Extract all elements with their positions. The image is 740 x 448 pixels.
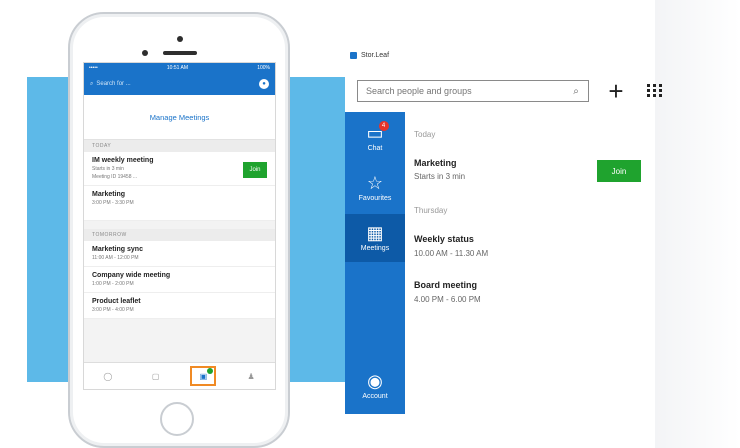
app-title: Stor.Leaf (361, 52, 390, 59)
phone-meeting-item[interactable]: Marketing 3:00 PM - 3:30 PM (84, 186, 275, 221)
meeting-time: 3:00 PM - 3:30 PM (92, 200, 134, 206)
meeting-time: Starts in 3 min (414, 172, 466, 181)
phone-section-tomorrow: TOMORROW (84, 229, 275, 241)
meeting-detail: Meeting ID 19458 ... (92, 174, 138, 180)
phone-speaker (163, 51, 197, 55)
search-input[interactable] (364, 85, 570, 97)
sidebar-item-chat[interactable]: ▭ 4 Chat (345, 114, 405, 162)
add-icon[interactable]: + (603, 76, 629, 106)
phone-status-bar: ••••• 10:51 AM 100% (84, 63, 275, 73)
search-icon[interactable]: ⌕ (570, 85, 582, 97)
phone-search-bar[interactable]: ⌕ Search for ... ● (84, 73, 275, 95)
section-thursday: Thursday (414, 206, 448, 215)
phone-tab-bar: ◯ ▢ ▣ ♟ (84, 362, 275, 389)
meeting-title: Marketing sync (92, 246, 143, 253)
meeting-time: 1:00 PM - 2:00 PM (92, 281, 134, 287)
phone-camera-dot (177, 36, 183, 42)
join-button[interactable]: Join (597, 160, 641, 182)
phone-meeting-item[interactable]: Product leaflet 3:00 PM - 4:00 PM (84, 293, 275, 319)
phone-battery: 100% (257, 65, 270, 71)
app-logo-icon (350, 52, 357, 59)
phone-search-icon: ⌕ (90, 80, 94, 87)
meeting-time: 4.00 PM - 6.00 PM (414, 295, 481, 304)
chat-icon: ▭ 4 (366, 121, 389, 142)
meeting-title: Company wide meeting (92, 272, 171, 279)
section-today: Today (414, 130, 436, 139)
meeting-title: Marketing (92, 191, 126, 198)
sidebar-item-label: Chat (367, 145, 383, 152)
phone-home-button (160, 402, 194, 436)
chat-badge: 4 (378, 121, 389, 131)
meeting-title[interactable]: Weekly status (414, 234, 474, 244)
phone-join-button[interactable]: Join (243, 162, 267, 178)
star-icon: ☆ (366, 173, 384, 193)
phone-tab-chat-icon[interactable]: ◯ (95, 366, 121, 386)
phone-tab-badge (207, 368, 214, 374)
meeting-time: 10.00 AM - 11.30 AM (414, 249, 489, 258)
phone-meeting-item[interactable]: Company wide meeting 1:00 PM - 2:00 PM (84, 267, 275, 293)
phone-tab-contacts-icon[interactable]: ▢ (143, 366, 169, 386)
phone-avatar-icon[interactable]: ● (259, 79, 269, 89)
phone-search-placeholder: Search for ... (96, 81, 131, 87)
app-sidebar: ▭ 4 Chat ☆ Favourites ▦ Meetings ◉ Accoun… (345, 112, 405, 414)
phone-tab-meetings-icon[interactable]: ▣ (190, 366, 217, 386)
phone-header-title: Manage Meetings (84, 95, 275, 140)
phone-tab-account-icon[interactable]: ♟ (238, 366, 264, 386)
background-fade (655, 0, 740, 448)
search-box[interactable]: ⌕ (357, 80, 589, 102)
meetings-panel: Today Marketing Starts in 3 min Join Thu… (405, 112, 655, 414)
phone-time: 10:51 AM (166, 65, 189, 71)
phone-carrier: ••••• (89, 65, 98, 71)
sidebar-item-account[interactable]: ◉ Account (345, 362, 405, 410)
phone-screen: ••••• 10:51 AM 100% ⌕ Search for ... ● M… (83, 62, 276, 390)
meeting-title[interactable]: Board meeting (414, 280, 477, 290)
account-icon: ◉ (367, 371, 383, 391)
meeting-time: 3:00 PM - 4:00 PM (92, 307, 134, 313)
meeting-time: Starts in 3 min (92, 166, 124, 172)
sidebar-item-label: Meetings (360, 245, 390, 252)
meeting-title: Product leaflet (92, 298, 141, 305)
phone-mockup: ••••• 10:51 AM 100% ⌕ Search for ... ● M… (68, 12, 290, 448)
sidebar-item-meetings[interactable]: ▦ Meetings (345, 214, 405, 262)
phone-sensor-dot (142, 50, 148, 56)
app-launcher-icon[interactable] (645, 80, 665, 100)
phone-meeting-item[interactable]: Marketing sync 11:00 AM - 12:00 PM (84, 241, 275, 267)
phone-meeting-item[interactable]: IM weekly meeting Starts in 3 min Meetin… (84, 152, 275, 186)
meetings-icon: ▦ (366, 223, 384, 243)
sidebar-item-label: Account (362, 393, 388, 400)
phone-section-today: TODAY (84, 140, 275, 152)
meeting-time: 11:00 AM - 12:00 PM (92, 255, 139, 261)
sidebar-item-favourites[interactable]: ☆ Favourites (345, 164, 405, 212)
sidebar-item-label: Favourites (358, 195, 392, 202)
app-title-bar: Stor.Leaf (350, 52, 389, 59)
meeting-title[interactable]: Marketing (414, 158, 457, 168)
meeting-title: IM weekly meeting (92, 157, 154, 164)
